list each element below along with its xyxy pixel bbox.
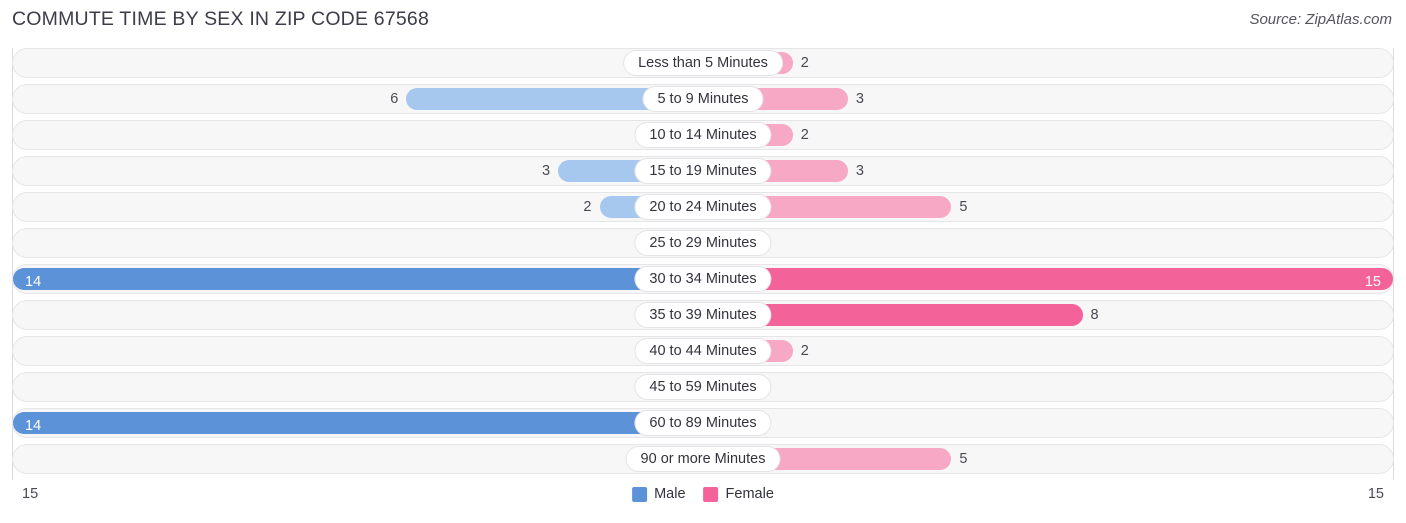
male-half: 1	[13, 301, 703, 329]
category-label: Less than 5 Minutes	[624, 51, 782, 75]
female-value-label: 5	[959, 451, 968, 467]
category-label: 45 to 59 Minutes	[635, 375, 771, 399]
male-bar[interactable]: 14	[13, 268, 703, 290]
male-half: 3	[13, 157, 703, 185]
table-row[interactable]: 0025 to 29 Minutes	[12, 228, 1394, 258]
female-value-label: 15	[1364, 274, 1381, 290]
legend-item-female[interactable]: Female	[703, 486, 774, 502]
category-label: 25 to 29 Minutes	[635, 231, 771, 255]
male-half: 14	[13, 409, 703, 437]
male-half: 0	[13, 373, 703, 401]
table-row[interactable]: 0 2 40 to 44 Minutes	[12, 336, 1394, 366]
category-label: 10 to 14 Minutes	[635, 123, 771, 147]
axis-tick-left: 15	[22, 486, 39, 502]
right-axis-line	[1393, 48, 1394, 480]
table-row[interactable]: 14 060 to 89 Minutes	[12, 408, 1394, 438]
female-half: 0	[703, 373, 1393, 401]
table-row[interactable]: 14 15 30 to 34 Minutes	[12, 264, 1394, 294]
table-row[interactable]: 0045 to 59 Minutes	[12, 372, 1394, 402]
source-attribution: Source: ZipAtlas.com	[1249, 11, 1392, 28]
table-row[interactable]: 6 3 5 to 9 Minutes	[12, 84, 1394, 114]
female-value-label: 5	[959, 199, 968, 215]
male-value-label: 3	[542, 163, 551, 179]
female-half: 2	[703, 49, 1393, 77]
male-half: 14	[13, 265, 703, 293]
female-half: 5	[703, 193, 1393, 221]
table-row[interactable]: 0 2 10 to 14 Minutes	[12, 120, 1394, 150]
female-half: 2	[703, 337, 1393, 365]
commute-time-chart: COMMUTE TIME BY SEX IN ZIP CODE 67568 So…	[0, 0, 1406, 523]
female-half: 2	[703, 121, 1393, 149]
female-value-label: 3	[855, 163, 864, 179]
female-value-label: 8	[1090, 307, 1099, 323]
category-label: 60 to 89 Minutes	[635, 411, 771, 435]
male-value-label: 14	[25, 418, 42, 434]
male-half: 0	[13, 445, 703, 473]
table-row[interactable]: 3 3 15 to 19 Minutes	[12, 156, 1394, 186]
table-row[interactable]: 0 5 90 or more Minutes	[12, 444, 1394, 474]
male-half: 6	[13, 85, 703, 113]
female-half: 3	[703, 157, 1393, 185]
category-label: 40 to 44 Minutes	[635, 339, 771, 363]
plot-area: 12Less than 5 Minutes635 to 9 Minutes021…	[12, 48, 1394, 480]
legend-label: Female	[725, 486, 774, 502]
female-value-label: 3	[855, 91, 864, 107]
female-value-label: 2	[800, 55, 809, 71]
chart-legend: Male Female	[632, 486, 774, 502]
male-half: 0	[13, 337, 703, 365]
male-value-label: 6	[390, 91, 399, 107]
female-half: 8	[703, 301, 1393, 329]
table-row[interactable]: 2 5 20 to 24 Minutes	[12, 192, 1394, 222]
male-value-label: 2	[583, 199, 592, 215]
male-half: 0	[13, 229, 703, 257]
female-half: 15	[703, 265, 1393, 293]
legend-item-male[interactable]: Male	[632, 486, 686, 502]
female-bar[interactable]: 15	[703, 268, 1393, 290]
category-label: 35 to 39 Minutes	[635, 303, 771, 327]
axis-tick-right: 15	[1367, 486, 1384, 502]
page-title: COMMUTE TIME BY SEX IN ZIP CODE 67568	[12, 8, 430, 30]
category-label: 5 to 9 Minutes	[643, 87, 763, 111]
female-value-label: 2	[800, 343, 809, 359]
male-value-label: 14	[25, 274, 42, 290]
chart-header: COMMUTE TIME BY SEX IN ZIP CODE 67568 So…	[0, 0, 1406, 44]
table-row[interactable]: 1 2 Less than 5 Minutes	[12, 48, 1394, 78]
legend-swatch-icon	[703, 486, 719, 502]
male-half: 2	[13, 193, 703, 221]
category-label: 20 to 24 Minutes	[635, 195, 771, 219]
male-bar[interactable]: 14	[13, 412, 703, 434]
female-half: 5	[703, 445, 1393, 473]
chart-footer: 15 15 Male Female	[12, 484, 1394, 514]
category-label: 90 or more Minutes	[626, 447, 780, 471]
legend-swatch-icon	[632, 486, 648, 502]
table-row[interactable]: 1 8 35 to 39 Minutes	[12, 300, 1394, 330]
female-value-label: 2	[800, 127, 809, 143]
legend-label: Male	[654, 486, 686, 502]
male-half: 0	[13, 121, 703, 149]
category-label: 30 to 34 Minutes	[635, 267, 771, 291]
female-half: 0	[703, 229, 1393, 257]
female-half: 3	[703, 85, 1393, 113]
male-half: 1	[13, 49, 703, 77]
category-label: 15 to 19 Minutes	[635, 159, 771, 183]
female-half: 0	[703, 409, 1393, 437]
